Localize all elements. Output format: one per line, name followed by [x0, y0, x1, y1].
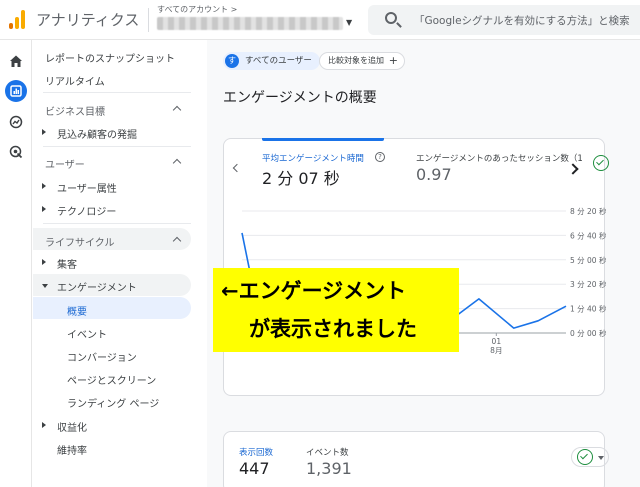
chevron-down-icon: [598, 456, 604, 460]
nav-rail: [0, 40, 32, 487]
search-input[interactable]: 「Googleシグナルを有効にする方法」と検索: [414, 13, 630, 28]
metric-event-count-value[interactable]: 1,391: [306, 459, 352, 478]
y-tick-label: 1 分 40 秒: [570, 304, 606, 314]
header-divider: [148, 8, 149, 32]
explore-icon[interactable]: [5, 111, 27, 133]
expand-demographics-icon[interactable]: [42, 183, 46, 189]
section-user[interactable]: ユーザー: [45, 156, 85, 171]
section-business-objectives[interactable]: ビジネス目標: [45, 103, 105, 118]
sidebar-item-lead-generation[interactable]: 見込み顧客の発掘: [57, 126, 137, 141]
audience-chip[interactable]: す すべてのユーザー: [223, 52, 320, 70]
annotation-callout: ←エンゲージメント が表示されました: [213, 268, 459, 352]
account-dropdown-icon[interactable]: ▼: [346, 18, 352, 27]
x-tick-sub-label: 01: [492, 337, 502, 346]
expand-technology-icon[interactable]: [42, 206, 46, 212]
search-bar[interactable]: 「Googleシグナルを有効にする方法」と検索: [368, 5, 640, 35]
sidebar-item-landing-page[interactable]: ランディング ページ: [67, 395, 159, 410]
sidebar-item-pages-screens[interactable]: ページとスクリーン: [67, 372, 156, 387]
sidebar-item-engagement[interactable]: エンゲージメント: [57, 279, 137, 294]
y-tick-label: 6 分 40 秒: [570, 230, 606, 240]
sidebar-item-monetization[interactable]: 収益化: [57, 419, 87, 434]
sidebar-divider: [43, 146, 191, 147]
home-icon[interactable]: [5, 50, 27, 72]
metric-views-value[interactable]: 447: [239, 459, 270, 478]
page-title: エンゲージメントの概要: [223, 90, 377, 106]
advertising-icon[interactable]: [5, 141, 27, 163]
comparison-filter-button[interactable]: [571, 447, 609, 467]
collapse-business-icon[interactable]: [173, 104, 181, 112]
x-tick-label: 8月: [490, 346, 502, 355]
account-breadcrumb[interactable]: すべてのアカウント >: [157, 4, 237, 15]
sidebar-item-conversions[interactable]: コンバージョン: [67, 349, 137, 364]
reports-icon[interactable]: [5, 80, 27, 102]
report-sidebar: レポートのスナップショット リアルタイム ビジネス目標 見込み顧客の発掘 ユーザ…: [33, 40, 207, 487]
y-tick-label: 8 分 20 秒: [570, 206, 606, 216]
add-comparison-button[interactable]: 比較対象を追加 +: [319, 52, 405, 70]
top-bar: アナリティクス すべてのアカウント > ▼ 「Googleシグナルを有効にする方…: [0, 0, 640, 40]
audience-avatar: す: [225, 54, 239, 68]
sidebar-item-snapshot[interactable]: レポートのスナップショット: [45, 50, 175, 65]
audience-label: すべてのユーザー: [245, 56, 312, 66]
search-icon: [385, 12, 397, 24]
sidebar-item-engagement-overview[interactable]: 概要: [67, 303, 87, 318]
annotation-line-1: ←エンゲージメント: [221, 279, 407, 303]
expand-acquisition-icon[interactable]: [42, 259, 46, 265]
engagement-chart-card: 平均エンゲージメント時間 ? 2 分 07 秒 エンゲージメントのあったセッショ…: [223, 138, 609, 396]
analytics-logo-icon[interactable]: [9, 9, 25, 29]
sidebar-divider: [43, 92, 191, 93]
views-card: 表示回数 447 イベント数 1,391: [223, 431, 609, 487]
metric-views-label[interactable]: 表示回数: [239, 446, 273, 458]
main-content: す すべてのユーザー 比較対象を追加 + エンゲージメントの概要 平均エンゲージ…: [207, 40, 640, 487]
section-lifecycle[interactable]: ライフサイクル: [45, 234, 115, 249]
sidebar-item-realtime[interactable]: リアルタイム: [45, 73, 105, 88]
account-name-blurred[interactable]: [157, 17, 343, 30]
expand-lead-gen-icon[interactable]: [42, 129, 46, 135]
metric-event-count-label[interactable]: イベント数: [306, 446, 349, 458]
app-title[interactable]: アナリティクス: [36, 9, 139, 30]
sidebar-divider: [43, 223, 191, 224]
expand-monetization-icon[interactable]: [42, 422, 46, 428]
sidebar-item-retention[interactable]: 維持率: [57, 442, 87, 457]
plus-icon: +: [388, 54, 398, 67]
collapse-user-icon[interactable]: [173, 157, 181, 165]
add-comparison-label: 比較対象を追加: [328, 56, 384, 65]
sidebar-item-events[interactable]: イベント: [67, 326, 107, 341]
y-tick-label: 3 分 20 秒: [570, 279, 606, 289]
collapse-engagement-icon[interactable]: [42, 284, 48, 288]
y-tick-label: 0 分 00 秒: [570, 328, 606, 338]
overview-row-bg: [33, 297, 191, 319]
annotation-line-2: が表示されました: [249, 317, 417, 341]
collapse-lifecycle-icon[interactable]: [173, 235, 181, 243]
sidebar-item-technology[interactable]: テクノロジー: [57, 203, 116, 218]
check-circle-icon: [577, 449, 593, 465]
y-tick-label: 5 分 00 秒: [570, 255, 606, 265]
sidebar-item-acquisition[interactable]: 集客: [57, 256, 77, 271]
sidebar-item-demographics[interactable]: ユーザー属性: [57, 180, 117, 195]
